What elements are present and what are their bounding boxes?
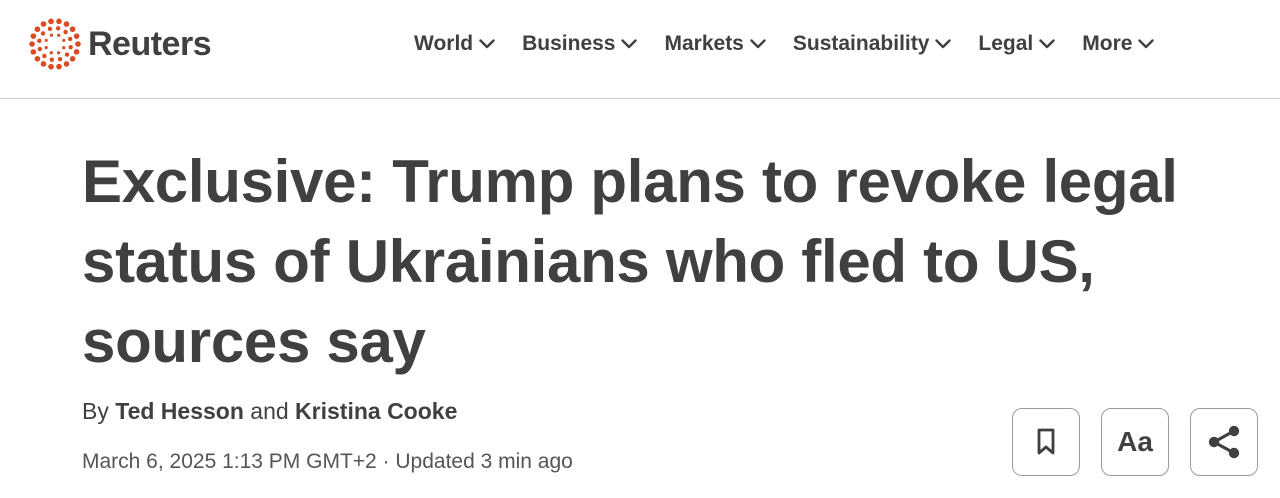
author-link[interactable]: Kristina Cooke [295, 398, 457, 424]
nav-item-label: More [1082, 32, 1133, 55]
nav-item-world[interactable]: World [414, 32, 495, 56]
text-size-label: Aa [1117, 426, 1153, 457]
brand-name: Reuters [88, 25, 212, 63]
site-header: Reuters World Business Markets Sustainab… [0, 0, 1280, 99]
byline-prefix: By [82, 398, 109, 424]
nav-item-sustainability[interactable]: Sustainability [793, 32, 952, 56]
article-dateline: March 6, 2025 1:13 PM GMT+2 · Updated 3 … [82, 450, 573, 473]
byline: By Ted Hesson and Kristina Cooke [82, 398, 457, 425]
chevron-down-icon [750, 39, 766, 49]
author-link[interactable]: Ted Hesson [115, 398, 244, 424]
bookmark-icon [1037, 428, 1055, 455]
main-nav: World Business Markets Sustainability Le… [414, 32, 1155, 56]
chevron-down-icon [935, 39, 952, 49]
nav-item-label: Legal [978, 32, 1034, 55]
byline-joiner: and [250, 398, 289, 424]
nav-item-label: Business [522, 32, 616, 55]
reuters-dot-ring-icon [29, 18, 81, 70]
nav-item-label: World [414, 32, 474, 55]
nav-item-label: Markets [664, 32, 744, 55]
text-size-button[interactable]: Aa [1101, 408, 1169, 476]
chevron-down-icon [1138, 39, 1155, 49]
article-headline: Exclusive: Trump plans to revoke legal s… [82, 148, 1178, 375]
share-icon [1208, 425, 1240, 459]
article-actions: Aa [1012, 408, 1258, 476]
nav-item-business[interactable]: Business [522, 32, 638, 56]
nav-item-markets[interactable]: Markets [664, 32, 766, 56]
chevron-down-icon [1039, 39, 1055, 49]
nav-item-label: Sustainability [792, 32, 930, 55]
reuters-logo[interactable]: Reuters [28, 17, 212, 71]
nav-item-legal[interactable]: Legal [978, 32, 1055, 56]
share-button[interactable] [1190, 408, 1258, 476]
nav-item-more[interactable]: More [1082, 32, 1155, 56]
bookmark-button[interactable] [1012, 408, 1080, 476]
chevron-down-icon [479, 39, 495, 49]
chevron-down-icon [621, 39, 638, 49]
